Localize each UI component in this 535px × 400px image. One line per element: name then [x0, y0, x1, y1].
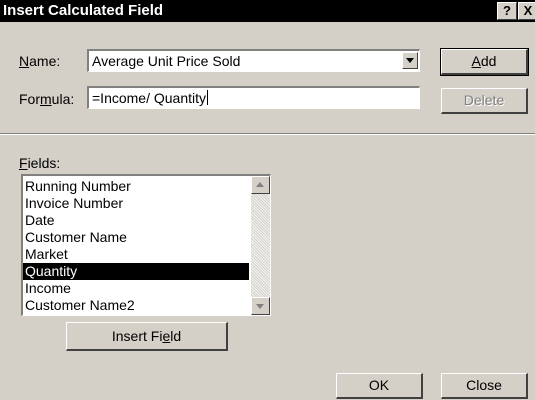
- close-button[interactable]: Close: [441, 373, 528, 399]
- window-title: Insert Calculated Field: [3, 2, 164, 19]
- insert-calculated-field-dialog: Insert Calculated Field ? X Name: Averag…: [0, 0, 535, 400]
- chevron-down-icon[interactable]: [402, 52, 418, 69]
- formula-input-value: =Income/ Quantity: [92, 90, 207, 106]
- delete-button-label: Delete: [463, 92, 505, 108]
- name-label-post: ame:: [29, 53, 61, 69]
- text-caret: [207, 90, 209, 105]
- add-button-accel: A: [471, 53, 481, 69]
- ok-button[interactable]: OK: [336, 373, 423, 399]
- list-item[interactable]: Income: [23, 280, 249, 297]
- separator: [0, 133, 535, 135]
- list-item[interactable]: Customer Name2: [23, 297, 249, 314]
- formula-input[interactable]: =Income/ Quantity: [87, 86, 420, 109]
- formula-label: Formula:: [19, 90, 74, 108]
- help-icon: ?: [503, 3, 511, 18]
- formula-label-post: ula:: [51, 91, 75, 107]
- name-label: Name:: [19, 52, 60, 70]
- close-icon: X: [523, 3, 533, 18]
- add-button[interactable]: Add: [440, 48, 529, 76]
- list-item-selected[interactable]: Quantity: [23, 263, 249, 280]
- formula-label-accel: m: [40, 91, 52, 107]
- fields-label: Fields:: [19, 154, 60, 172]
- add-button-post: dd: [480, 53, 497, 69]
- vertical-scrollbar[interactable]: [251, 176, 270, 315]
- list-item[interactable]: Invoice Number: [23, 195, 249, 212]
- fields-label-post: ields:: [27, 155, 61, 171]
- list-item[interactable]: Running Number: [23, 178, 249, 195]
- name-combobox[interactable]: Average Unit Price Sold: [87, 49, 420, 72]
- delete-button[interactable]: Delete: [441, 88, 528, 114]
- ok-button-label: OK: [368, 377, 390, 393]
- insert-field-button[interactable]: Insert Field: [66, 322, 228, 351]
- list-item[interactable]: Market: [23, 246, 249, 263]
- scroll-down-icon[interactable]: [251, 297, 270, 315]
- help-button[interactable]: ?: [497, 2, 517, 20]
- name-label-accel: N: [19, 53, 30, 69]
- title-bar: Insert Calculated Field ? X: [0, 0, 535, 22]
- name-input-value: Average Unit Price Sold: [92, 53, 241, 69]
- fields-listbox[interactable]: Running Number Invoice Number Date Custo…: [21, 174, 271, 316]
- close-button-label: Close: [466, 377, 502, 393]
- close-window-button[interactable]: X: [518, 2, 535, 20]
- formula-label-pre: For: [19, 91, 40, 107]
- list-item[interactable]: Date: [23, 212, 249, 229]
- insert-field-pre: Insert Fi: [111, 328, 163, 344]
- list-item[interactable]: Customer Name: [23, 229, 249, 246]
- insert-field-post: ld: [170, 328, 182, 344]
- fields-label-accel: F: [19, 155, 28, 171]
- scroll-up-icon[interactable]: [251, 176, 270, 194]
